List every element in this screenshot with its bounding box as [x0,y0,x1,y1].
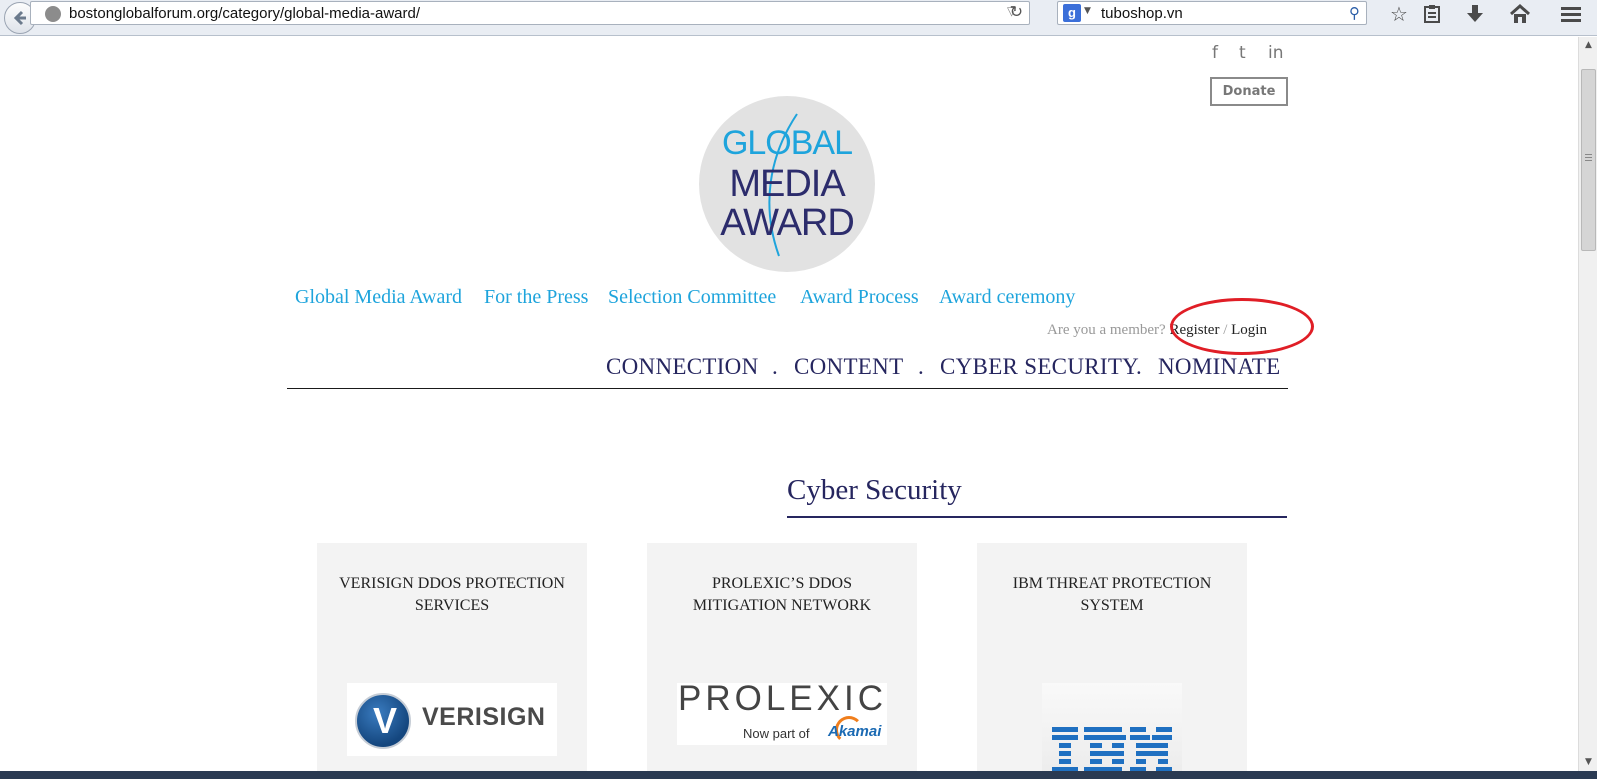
search-engine-dropdown-icon[interactable]: ▼ [1084,6,1091,16]
mainnav-separator: . [772,354,778,379]
card-title[interactable]: Prolexic’s DDoS Mitigation Network [647,573,917,617]
highlight-circle-annotation [1170,298,1314,355]
verisign-wordmark: VERISIGN [422,703,546,731]
card-verisign[interactable]: Verisign DDoS Protection Services V VERI… [317,543,587,775]
mainnav-cyber-security[interactable]: CYBER SECURITY [940,354,1139,380]
prolexic-wordmark: PROLEXIC [678,679,887,718]
home-icon[interactable] [1505,0,1535,28]
nav-divider [287,388,1288,389]
scroll-down-icon[interactable]: ▼ [1579,754,1597,771]
logo-line-media: MEDIA [729,163,845,205]
os-taskbar [0,771,1597,779]
card-title[interactable]: IBM Threat Protection System [977,573,1247,617]
card-prolexic[interactable]: Prolexic’s DDoS Mitigation Network PROLE… [647,543,917,775]
search-bar[interactable]: g ▼ tuboshop.vn ⚲ [1057,1,1367,25]
akamai-wordmark: Akamai [828,723,882,740]
prolexic-tagline: Now part of [743,726,810,741]
site-identity-icon[interactable] [45,6,61,22]
nav-selection-committee[interactable]: Selection Committee [608,286,776,309]
downloads-icon[interactable] [1460,0,1490,28]
bookmarks-list-icon[interactable] [1417,0,1447,28]
nav-award-process[interactable]: Award Process [800,286,919,309]
search-input[interactable]: tuboshop.vn [1101,5,1183,22]
bookmark-star-icon[interactable]: ☆ [1384,0,1414,28]
ibm-wordmark-icon [1052,727,1172,772]
mainnav-content[interactable]: CONTENT [794,354,903,380]
nav-global-media-award[interactable]: Global Media Award [295,286,462,309]
logo-line-global: GLOBAL [721,124,853,162]
back-arrow-icon [13,10,26,26]
donate-button[interactable]: Donate [1210,77,1288,106]
nav-for-the-press[interactable]: For the Press [484,286,588,309]
vertical-scrollbar[interactable]: ▲ ▼ [1578,37,1597,771]
mainnav-separator: . [918,354,924,379]
card-title[interactable]: Verisign DDoS Protection Services [317,573,587,617]
mainnav-nominate[interactable]: NOMINATE [1158,354,1281,380]
address-bar[interactable]: bostonglobalforum.org/category/global-me… [30,1,1030,25]
browser-toolbar: bostonglobalforum.org/category/global-me… [0,0,1597,36]
member-prompt: Are you a member? [1047,322,1166,338]
search-go-icon[interactable]: ⚲ [1349,4,1360,22]
logo-line-award: AWARD [720,202,855,244]
verisign-mark-icon: V [355,693,411,749]
scroll-up-icon[interactable]: ▲ [1579,37,1597,54]
card-ibm[interactable]: IBM Threat Protection System [977,543,1247,775]
mainnav-separator: . [1136,354,1142,379]
global-media-award-logo[interactable]: GLOBAL MEDIA AWARD [699,96,875,272]
url-text[interactable]: bostonglobalforum.org/category/global-me… [69,5,420,22]
section-title: Cyber Security [787,474,962,506]
menu-icon[interactable] [1556,0,1586,28]
prolexic-logo[interactable]: PROLEXIC Now part of Akamai [677,679,887,745]
scroll-thumb[interactable] [1581,69,1596,251]
verisign-logo[interactable]: V VERISIGN [347,683,557,756]
twitter-icon[interactable]: t [1239,43,1246,63]
linkedin-icon[interactable]: in [1268,43,1284,63]
mainnav-connection[interactable]: CONNECTION [606,354,759,380]
ibm-logo[interactable] [1042,683,1182,775]
nav-award-ceremony[interactable]: Award ceremony [939,286,1075,309]
reload-icon[interactable]: ↻ [1010,2,1023,21]
section-title-underline [787,516,1287,518]
search-engine-icon[interactable]: g [1063,4,1081,22]
facebook-icon[interactable]: f [1212,43,1218,63]
